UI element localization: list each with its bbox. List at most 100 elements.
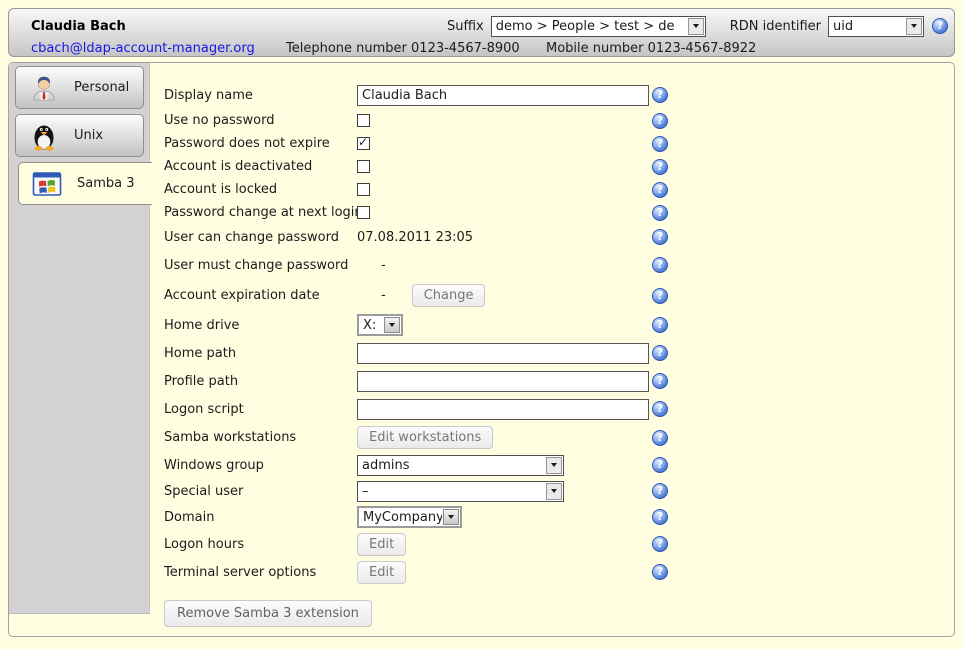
header-top-row: Claudia Bach Suffix demo > People > test…	[31, 15, 948, 37]
tab-samba3[interactable]: Samba 3	[18, 162, 152, 205]
change-expiration-button[interactable]: Change	[412, 284, 486, 307]
chevron-down-icon	[906, 18, 922, 35]
field-label: User can change password	[164, 230, 357, 245]
field-label: Logon hours	[164, 537, 357, 552]
windows-group-select[interactable]: admins	[357, 455, 564, 476]
field-label: Password does not expire	[164, 136, 357, 151]
rdn-identifier-label: RDN identifier	[730, 19, 821, 34]
field-label: Account is deactivated	[164, 159, 357, 174]
field-label: Special user	[164, 484, 357, 499]
telephone-number: Telephone number 0123-4567-8900	[286, 41, 520, 56]
use-no-password-checkbox[interactable]	[357, 114, 370, 127]
tux-penguin-icon	[28, 120, 60, 152]
form-row: Display name	[164, 81, 954, 109]
home-path-input[interactable]	[357, 343, 649, 364]
account-deactivated-checkbox[interactable]	[357, 160, 370, 173]
form-row: Logon script	[164, 395, 954, 423]
help-icon[interactable]	[652, 457, 668, 473]
form-row: Terminal server options Edit	[164, 558, 954, 586]
help-icon[interactable]	[652, 430, 668, 446]
field-label: Samba workstations	[164, 430, 357, 445]
suffix-select[interactable]: demo > People > test > de	[491, 16, 706, 37]
help-icon[interactable]	[652, 257, 668, 273]
domain-select[interactable]: MyCompany	[357, 506, 462, 528]
field-label: Logon script	[164, 402, 357, 417]
home-drive-select[interactable]: X:	[357, 314, 403, 336]
password-change-next-login-checkbox[interactable]	[357, 206, 370, 219]
help-icon[interactable]	[652, 373, 668, 389]
help-icon[interactable]	[652, 401, 668, 417]
suffix-selected-value: demo > People > test > de	[492, 17, 687, 36]
display-name-input[interactable]	[357, 85, 649, 106]
chevron-down-icon	[546, 457, 562, 474]
help-icon[interactable]	[652, 288, 668, 304]
form-row: User can change password 07.08.2011 23:0…	[164, 224, 954, 250]
module-tab-sidebar: Personal Unix	[9, 63, 150, 614]
help-icon[interactable]	[652, 159, 668, 175]
password-does-not-expire-checkbox[interactable]	[357, 137, 370, 150]
help-icon[interactable]	[652, 87, 668, 103]
account-edit-panel: Personal Unix	[8, 62, 955, 637]
help-icon[interactable]	[652, 536, 668, 552]
field-label: Profile path	[164, 374, 357, 389]
form-row: Use no password	[164, 109, 954, 132]
samba3-form: Display name Use no password Password do…	[150, 63, 954, 636]
rdn-identifier-select[interactable]: uid	[828, 16, 924, 37]
help-icon[interactable]	[652, 564, 668, 580]
field-label: Account is locked	[164, 182, 357, 197]
form-row: Special user –	[164, 478, 954, 504]
help-icon[interactable]	[652, 205, 668, 221]
rdn-selected-value: uid	[829, 17, 905, 36]
help-icon[interactable]	[652, 136, 668, 152]
special-user-select[interactable]: –	[357, 481, 564, 502]
help-icon[interactable]	[652, 345, 668, 361]
terminal-server-edit-button[interactable]: Edit	[357, 561, 406, 584]
chevron-down-icon	[688, 18, 704, 35]
logon-script-input[interactable]	[357, 399, 649, 420]
account-locked-checkbox[interactable]	[357, 183, 370, 196]
windows-logo-icon	[31, 168, 63, 200]
form-row: Home path	[164, 339, 954, 367]
form-row: Logon hours Edit	[164, 530, 954, 558]
tab-personal[interactable]: Personal	[15, 66, 144, 109]
user-can-change-password-value: 07.08.2011 23:05	[357, 230, 473, 245]
field-label: Use no password	[164, 113, 357, 128]
logon-hours-edit-button[interactable]: Edit	[357, 533, 406, 556]
windows-group-selected-value: admins	[358, 456, 545, 475]
email-link[interactable]: cbach@ldap-account-manager.org	[31, 41, 255, 56]
remove-samba3-extension-button[interactable]: Remove Samba 3 extension	[164, 600, 372, 627]
home-drive-selected-value: X:	[359, 316, 383, 334]
tab-label: Samba 3	[77, 176, 135, 191]
field-label: Terminal server options	[164, 565, 357, 580]
account-header: Claudia Bach Suffix demo > People > test…	[8, 8, 955, 57]
person-icon	[28, 72, 60, 104]
tab-label: Personal	[74, 80, 129, 95]
form-row: Samba workstations Edit workstations	[164, 423, 954, 452]
page-title: Claudia Bach	[31, 19, 126, 34]
field-label: Windows group	[164, 458, 357, 473]
help-icon[interactable]	[652, 317, 668, 333]
help-icon[interactable]	[652, 229, 668, 245]
edit-workstations-button[interactable]: Edit workstations	[357, 426, 493, 449]
field-label: Domain	[164, 510, 357, 525]
chevron-down-icon	[443, 509, 459, 525]
form-row: User must change password -	[164, 250, 954, 280]
chevron-down-icon	[546, 483, 562, 500]
chevron-down-icon	[384, 317, 400, 333]
form-row: Password change at next login	[164, 201, 954, 224]
form-row: Password does not expire	[164, 132, 954, 155]
help-icon[interactable]	[652, 509, 668, 525]
field-label: User must change password	[164, 258, 357, 273]
form-row: Domain MyCompany	[164, 504, 954, 530]
field-label: Home drive	[164, 318, 357, 333]
form-row: Profile path	[164, 367, 954, 395]
help-icon[interactable]	[932, 18, 948, 34]
field-label: Password change at next login	[164, 205, 357, 220]
help-icon[interactable]	[652, 113, 668, 129]
field-label: Home path	[164, 346, 357, 361]
tab-unix[interactable]: Unix	[15, 114, 144, 157]
help-icon[interactable]	[652, 182, 668, 198]
field-label: Display name	[164, 88, 357, 103]
help-icon[interactable]	[652, 483, 668, 499]
profile-path-input[interactable]	[357, 371, 649, 392]
